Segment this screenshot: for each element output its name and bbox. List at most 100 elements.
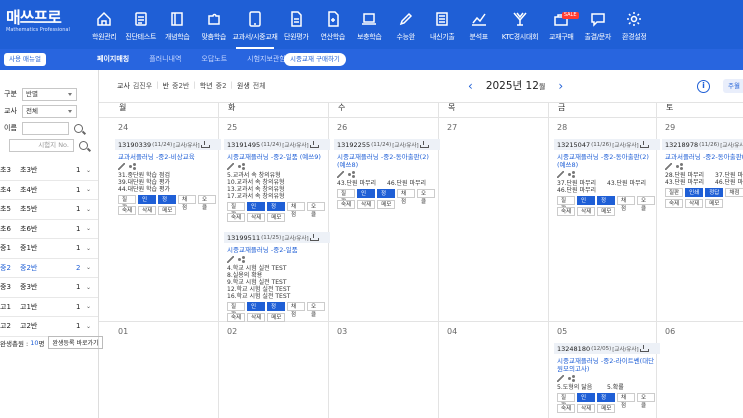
card-메모-button[interactable]: 메모: [597, 404, 616, 413]
tab-wrong-answer-note[interactable]: 오답노트: [201, 49, 227, 70]
card-title[interactable]: 시중교재플러닝 -중2-동아출판(2) (예쓰8): [334, 150, 440, 169]
day-number[interactable]: 26: [337, 123, 347, 132]
card-오클-button[interactable]: 오클: [198, 195, 216, 211]
share-icon[interactable]: [568, 374, 575, 382]
card-채점-button[interactable]: 채점: [725, 188, 743, 197]
day-number[interactable]: 03: [337, 327, 347, 336]
share-icon[interactable]: [238, 162, 245, 170]
day-number[interactable]: 25: [227, 123, 237, 132]
grade-select[interactable]: 반별: [22, 87, 77, 101]
nav-item-12[interactable]: 교재구매 SALE: [543, 0, 580, 49]
edit-icon[interactable]: [557, 374, 564, 382]
card-숙제-button[interactable]: 숙제: [337, 200, 356, 209]
nav-item-13[interactable]: 출결/문자: [580, 0, 617, 49]
chevron-down-icon[interactable]: ⌄: [86, 206, 94, 213]
prev-month-icon[interactable]: ‹: [468, 79, 473, 93]
edit-icon[interactable]: [227, 162, 234, 170]
card-삭제-button[interactable]: 삭제: [247, 213, 266, 222]
card-line[interactable]: 13.교과서 속 창의유형: [227, 186, 327, 193]
logo[interactable]: 매쓰프로 Mathematics Professional: [6, 9, 86, 41]
day-number[interactable]: 02: [227, 327, 237, 336]
teacher-select[interactable]: 전체: [22, 104, 77, 118]
card-삭제-button[interactable]: 삭제: [138, 206, 157, 215]
card-title[interactable]: 시중교재플러닝 -중2-일품 (예쓰9): [224, 150, 330, 161]
card-메모-button[interactable]: 메모: [377, 200, 396, 209]
card-title[interactable]: 교과서플러닝 -중2-비상교육: [115, 150, 221, 161]
card-인쇄-button[interactable]: 인쇄: [577, 196, 595, 212]
nav-item-4[interactable]: 교과서/시중교재: [232, 0, 278, 49]
class-row[interactable]: 고1 고1반 1 ⌄: [0, 298, 98, 317]
download-icon[interactable]: [419, 141, 429, 148]
nav-item-9[interactable]: 내신기출: [424, 0, 461, 49]
class-row[interactable]: 초4 초4반 1 ⌄: [0, 181, 98, 200]
chevron-down-icon[interactable]: ⌄: [86, 186, 94, 193]
class-row[interactable]: 초6 초6반 1 ⌄: [0, 220, 98, 239]
card-인쇄-button[interactable]: 인쇄: [685, 188, 704, 197]
nav-item-3[interactable]: 맞춤학습: [196, 0, 233, 49]
card-line[interactable]: 16.학교 시험 실전 TEST: [227, 293, 327, 300]
card-정답-button[interactable]: 정답: [267, 202, 285, 218]
chevron-down-icon[interactable]: ⌄: [86, 303, 94, 310]
card-line[interactable]: 37.단원 마무리: [557, 180, 607, 187]
nav-item-11[interactable]: KTC경시대회: [497, 0, 543, 49]
card-line[interactable]: 46.단원 마무리: [557, 187, 607, 194]
buy-textbook-button[interactable]: 시중교재 구매하기: [284, 53, 346, 66]
card-인쇄-button[interactable]: 인쇄: [577, 393, 595, 409]
class-row[interactable]: 초3 초3반 1 ⌄: [0, 161, 98, 181]
edit-icon[interactable]: [337, 170, 344, 178]
tab-planning-history[interactable]: 플러니내역: [149, 49, 181, 70]
card-메모-button[interactable]: 메모: [267, 313, 286, 322]
card-line[interactable]: 5.도형의 닮음: [557, 384, 607, 391]
card-line[interactable]: 12.학교 시험 실전 TEST: [227, 286, 327, 293]
name-search-icon[interactable]: [74, 123, 83, 133]
card-line[interactable]: 4.학교 시험 실전 TEST: [227, 265, 327, 272]
name-input[interactable]: [22, 121, 69, 135]
card-메모-button[interactable]: 메모: [705, 199, 724, 208]
card-질판-button[interactable]: 질판: [337, 189, 355, 205]
nav-item-7[interactable]: 보충학습: [351, 0, 388, 49]
card-line[interactable]: 43.단원 마무리: [607, 180, 657, 187]
card-line[interactable]: 5.교과서 속 창의유형: [227, 172, 327, 179]
card-채점-button[interactable]: 채점: [287, 202, 305, 218]
card-line[interactable]: 43.단원 마무리: [665, 179, 715, 186]
card-숙제-button[interactable]: 숙제: [557, 404, 576, 413]
edit-icon[interactable]: [557, 170, 564, 178]
download-icon[interactable]: [309, 141, 319, 148]
card-title[interactable]: 시중교재플러닝 -중2-일품: [224, 243, 330, 254]
card-line[interactable]: 31.중단원 학습 점검: [118, 172, 218, 179]
card-질판-button[interactable]: 질판: [557, 393, 575, 409]
card-line[interactable]: 46.단원 마무리: [715, 179, 743, 186]
share-icon[interactable]: [348, 170, 355, 178]
card-숙제-button[interactable]: 숙제: [665, 199, 684, 208]
download-icon[interactable]: [639, 141, 649, 148]
edit-icon[interactable]: [118, 162, 125, 170]
edit-icon[interactable]: [227, 255, 234, 263]
download-icon[interactable]: [309, 234, 319, 241]
card-삭제-button[interactable]: 삭제: [685, 199, 704, 208]
day-number[interactable]: 28: [557, 123, 567, 132]
card-인쇄-button[interactable]: 인쇄: [247, 202, 265, 218]
tab-test-archive[interactable]: 시험지보관함: [247, 49, 286, 70]
nav-item-1[interactable]: 진단테스트: [123, 0, 160, 49]
card-인쇄-button[interactable]: 인쇄: [357, 189, 375, 205]
day-number[interactable]: 04: [447, 327, 457, 336]
paper-search-icon[interactable]: [79, 140, 88, 150]
chevron-down-icon[interactable]: ⌄: [86, 264, 94, 271]
nav-item-5[interactable]: 단원평가: [278, 0, 315, 49]
tab-page-matching[interactable]: 페이지매칭: [97, 49, 129, 70]
nav-item-14[interactable]: 환경설정: [616, 0, 653, 49]
card-line[interactable]: 8.실용의 확용: [227, 272, 327, 279]
card-정답-button[interactable]: 정답: [597, 393, 615, 409]
card-질판-button[interactable]: 질판: [227, 202, 245, 218]
card-채점-button[interactable]: 채점: [617, 196, 635, 212]
card-질판-button[interactable]: 질판: [665, 188, 684, 197]
card-채점-button[interactable]: 채점: [287, 302, 305, 318]
card-line[interactable]: 44.대단원 학습 평가: [118, 186, 218, 193]
card-숙제-button[interactable]: 숙제: [557, 207, 576, 216]
card-인쇄-button[interactable]: 인쇄: [247, 302, 265, 318]
day-number[interactable]: 29: [665, 123, 675, 132]
card-line[interactable]: 37.단원 마무리: [715, 172, 743, 179]
card-line[interactable]: 9.학교 시험 실전 TEST: [227, 279, 327, 286]
class-row[interactable]: 고2 고2반 1 ⌄: [0, 317, 98, 337]
card-삭제-button[interactable]: 삭제: [357, 200, 376, 209]
